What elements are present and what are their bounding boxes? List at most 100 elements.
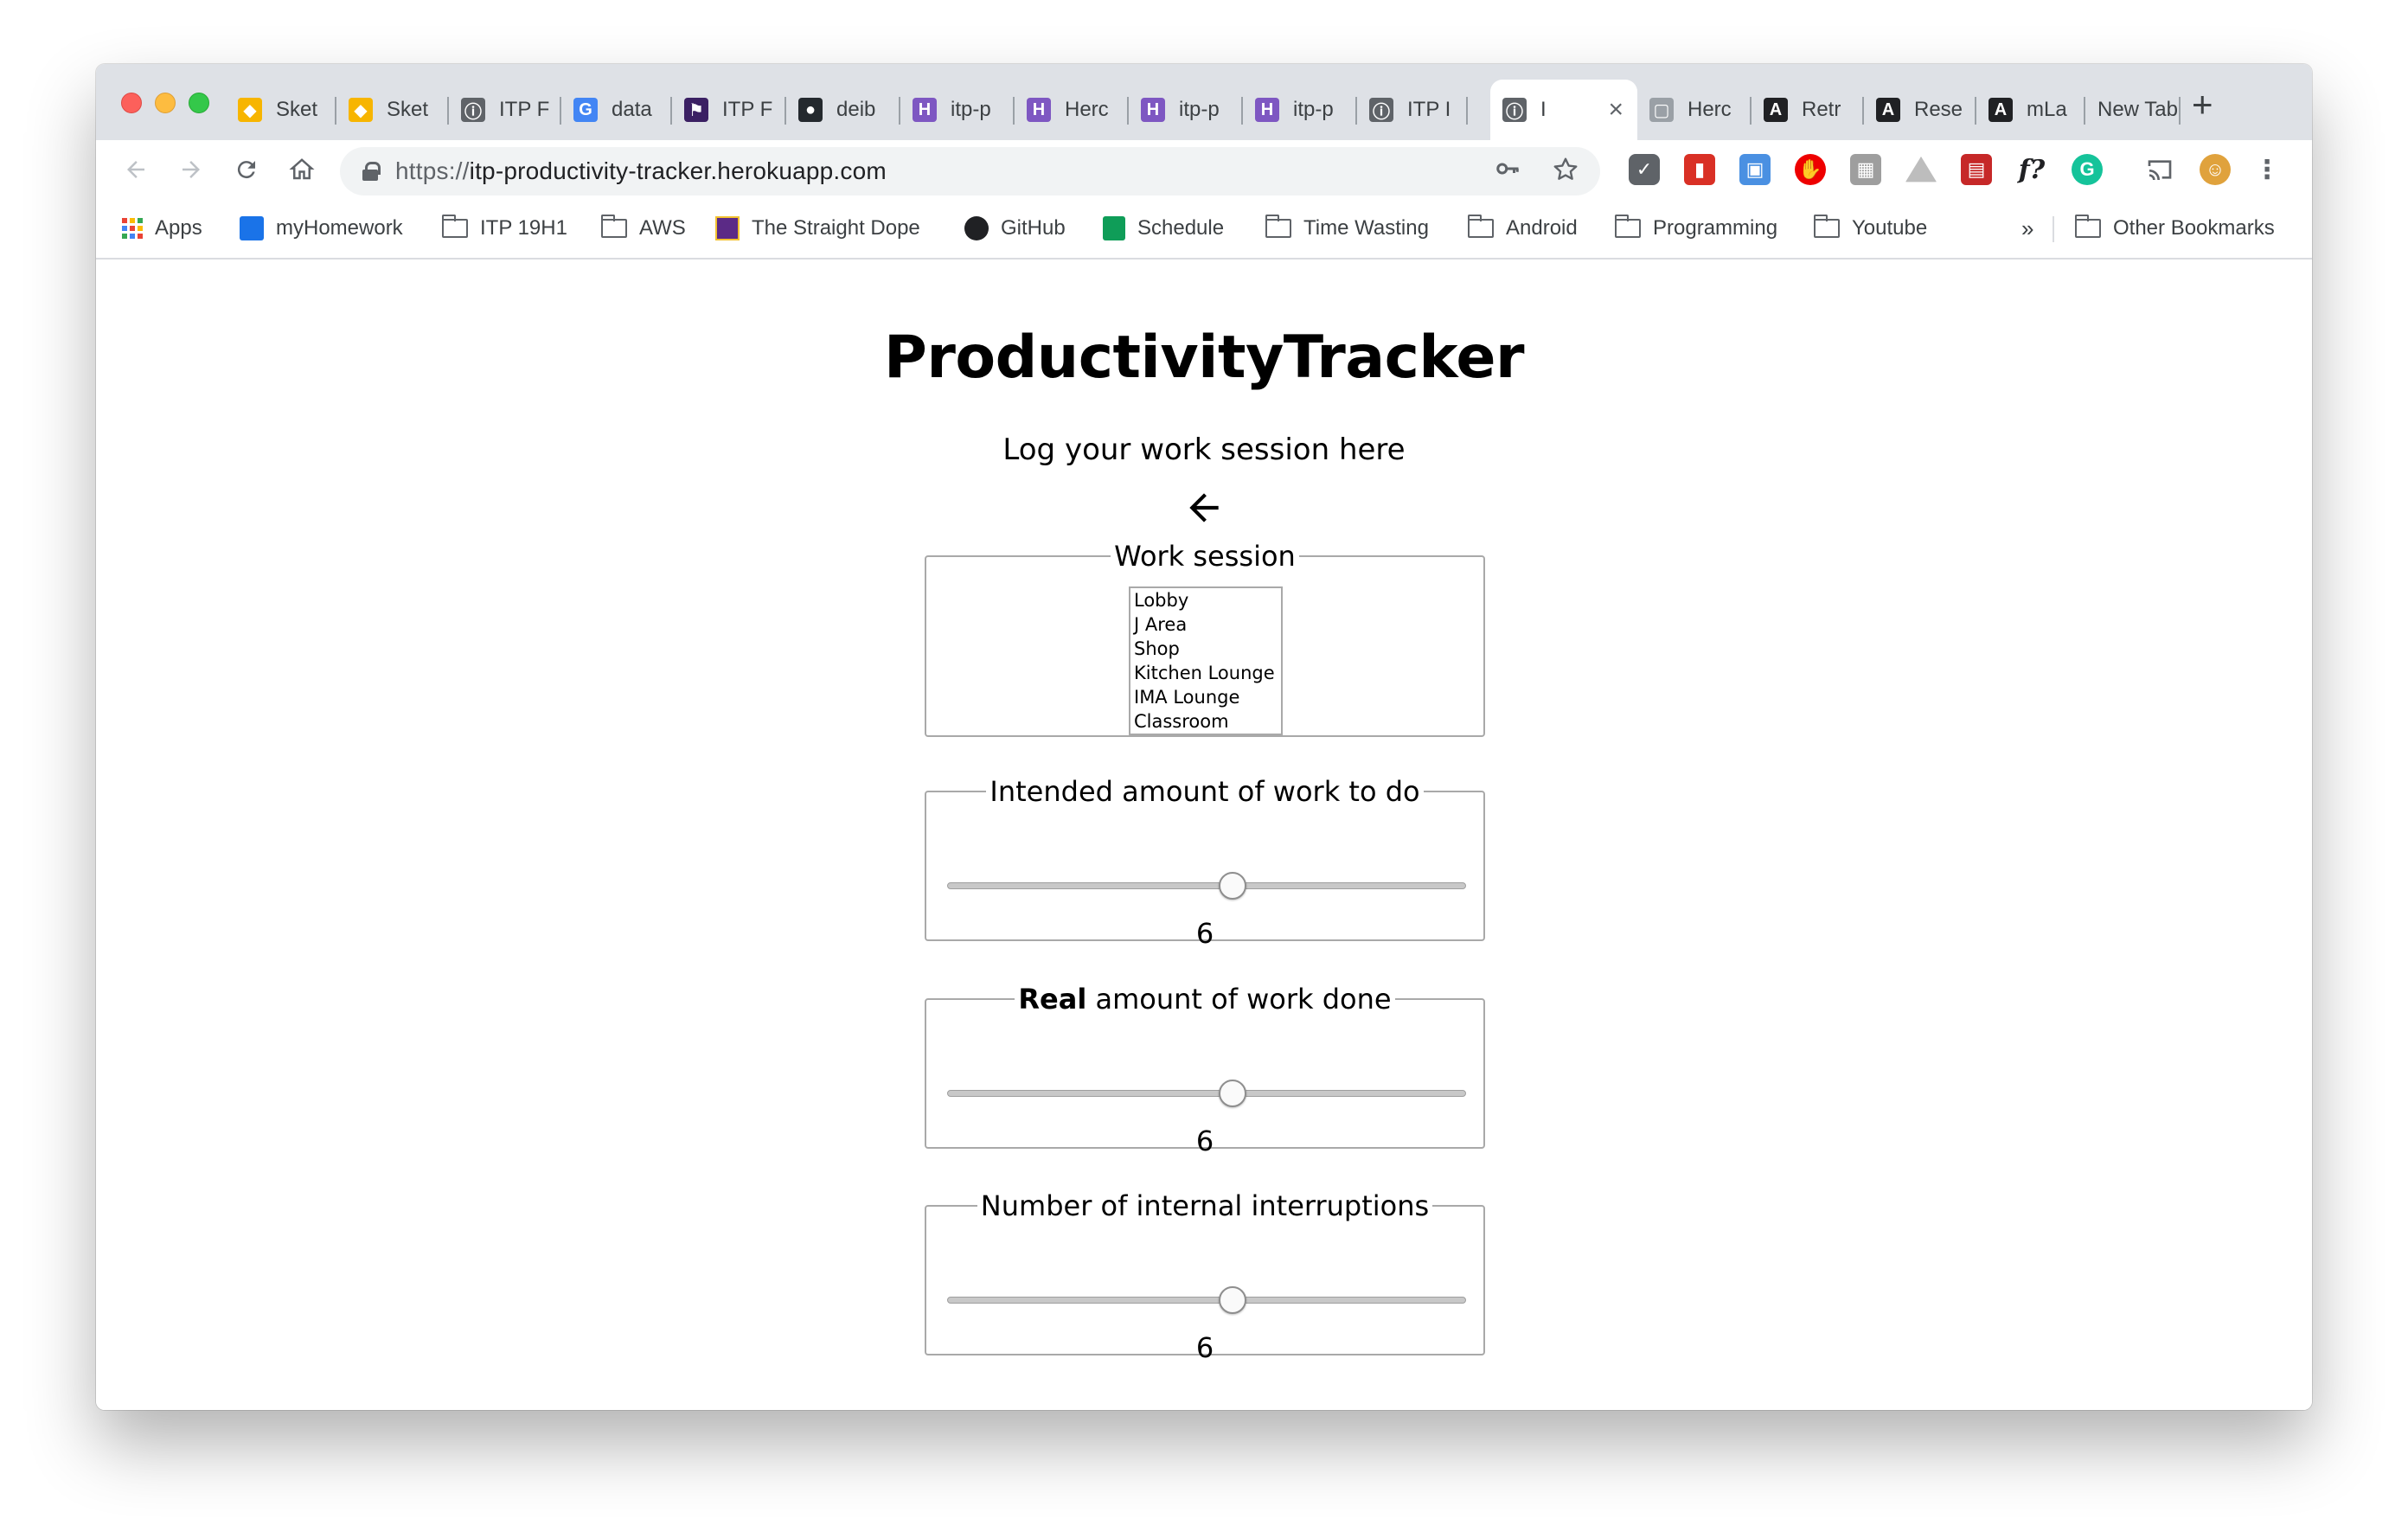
whatfont-extension-icon[interactable]: f? (2016, 154, 2047, 185)
bookmark-item[interactable]: Time Wasting (1265, 213, 1429, 244)
bookmark-label: GitHub (1001, 216, 1066, 240)
bookmarks-divider (2053, 216, 2054, 242)
slider-track[interactable] (947, 1297, 1466, 1304)
work-session-option[interactable]: IMA Lounge (1134, 685, 1278, 709)
bookmark-item[interactable]: Schedule (1103, 213, 1224, 244)
interruptions-slider[interactable] (947, 1283, 1466, 1317)
tab-active[interactable]: ⓘ I × (1490, 80, 1637, 140)
real-work-slider[interactable] (947, 1076, 1466, 1111)
work-session-select[interactable]: Lobby J Area Shop Kitchen Lounge IMA Lounge C… (1129, 586, 1283, 735)
other-bookmarks-folder[interactable]: Other Bookmarks (2075, 213, 2275, 244)
tab[interactable]: ▢ Herc (1637, 80, 1752, 140)
drive-extension-icon[interactable] (1905, 156, 1937, 183)
lock-icon[interactable] (362, 162, 381, 181)
tab-label: itp-p (1293, 98, 1334, 121)
tab[interactable]: Gdata (561, 80, 672, 140)
work-session-option[interactable]: Classroom (1134, 709, 1278, 734)
tab-label: Herc (1688, 98, 1732, 121)
real-work-fieldset: Real amount of work done 6 (925, 983, 1485, 1157)
folder-icon (1814, 215, 1840, 238)
pocket-extension-icon[interactable]: ✓ (1629, 154, 1660, 185)
tab-favicon-icon: H (1027, 98, 1051, 122)
grammarly-extension-icon[interactable]: G (2072, 154, 2103, 185)
bookmarks-overflow-button[interactable]: » (2021, 213, 2033, 244)
tab-favicon-icon: A (1876, 98, 1900, 122)
new-tab-button[interactable]: + (2192, 87, 2213, 123)
bookmark-label: Youtube (1852, 216, 1928, 240)
cast-icon[interactable] (2144, 154, 2175, 185)
window-extension-icon[interactable]: ▣ (1739, 154, 1771, 185)
bookmark-item[interactable]: myHomework (240, 213, 403, 244)
slider-thumb[interactable] (1219, 872, 1246, 900)
slider-thumb[interactable] (1219, 1080, 1246, 1107)
profile-avatar[interactable]: ☺ (2200, 154, 2231, 185)
forward-icon[interactable] (174, 152, 208, 187)
tab[interactable]: ⓘ ITP F (449, 80, 561, 140)
tab[interactable]: ◆ Sket (336, 80, 449, 140)
bookmark-item[interactable]: Youtube (1814, 213, 1927, 244)
intended-work-slider[interactable] (947, 868, 1466, 903)
bookmark-item[interactable]: Android (1468, 213, 1578, 244)
folder-icon (442, 215, 468, 238)
back-arrow-icon[interactable] (1182, 486, 1226, 529)
tab[interactable]: Hitp-p (900, 80, 1015, 140)
slider-thumb[interactable] (1219, 1286, 1246, 1314)
tab[interactable]: ◆ Sket (226, 80, 336, 140)
tab-close-icon[interactable]: × (1608, 95, 1623, 125)
work-session-option[interactable]: Shop (1134, 637, 1278, 661)
tab[interactable]: H Herc (1015, 80, 1129, 140)
tab-label: ITP F (499, 98, 550, 121)
bookmark-label: Android (1506, 216, 1578, 240)
maximize-window-button[interactable] (189, 93, 209, 113)
bookmark-label: Schedule (1137, 216, 1225, 240)
delicious-extension-icon[interactable]: ▤ (1961, 154, 1992, 185)
tab-label: mLa (2027, 98, 2067, 121)
bookmark-item[interactable]: Apps (122, 213, 202, 244)
tab[interactable]: AmLa (1976, 80, 2085, 140)
bookmark-extension-icon[interactable]: ▮ (1684, 154, 1715, 185)
minimize-window-button[interactable] (155, 93, 176, 113)
tab[interactable]: ● deib (786, 80, 900, 140)
key-icon[interactable] (1495, 156, 1521, 189)
tab-favicon-icon: ⓘ (461, 98, 485, 122)
url-text[interactable]: https://itp-productivity-tracker.herokua… (395, 157, 887, 185)
tab[interactable]: ⚑ ITP F (672, 80, 786, 140)
bookmark-item[interactable]: GitHub (964, 213, 1066, 244)
github-icon (964, 216, 989, 240)
slider-track[interactable] (947, 882, 1466, 889)
address-bar[interactable]: https://itp-productivity-tracker.herokua… (340, 147, 1600, 195)
photo-extension-icon[interactable]: ▦ (1850, 154, 1881, 185)
tab[interactable]: Hitp-p (1129, 80, 1243, 140)
bookmark-item[interactable]: Programming (1615, 213, 1777, 244)
tab[interactable]: New Tab (2085, 80, 2181, 140)
back-icon[interactable] (118, 152, 153, 187)
star-bookmark-icon[interactable] (1552, 156, 1579, 190)
tab-favicon-icon: H (913, 98, 937, 122)
tab-label: Sket (276, 98, 318, 121)
bookmark-item[interactable]: The Straight Dope (715, 213, 920, 244)
tab-label: Sket (387, 98, 429, 121)
real-work-value: 6 (1195, 1125, 1214, 1157)
tab-strip: ◆ Sket ◆ Sket ⓘ ITP F Gdata ⚑ ITP F ● deib Hitp-p H H… (96, 64, 2312, 140)
tab-label: ITP F (722, 98, 773, 121)
reload-icon[interactable] (229, 152, 264, 187)
adblock-extension-icon[interactable]: ✋ (1795, 154, 1826, 185)
tab[interactable]: ⓘ ITP I (1357, 80, 1468, 140)
tab[interactable]: A Retr (1752, 80, 1864, 140)
home-icon[interactable] (285, 152, 319, 187)
bookmark-item[interactable]: ITP 19H1 (442, 213, 567, 244)
work-session-option[interactable]: Lobby (1134, 588, 1278, 612)
tab-label: itp-p (951, 98, 991, 121)
tab[interactable]: Hitp-p (1243, 80, 1357, 140)
tab[interactable]: A Rese (1864, 80, 1976, 140)
bookmark-item[interactable]: AWS (601, 213, 686, 244)
real-work-legend: Real amount of work done (1015, 983, 1394, 1016)
menu-dots-icon[interactable]: ⋮ (2251, 154, 2283, 185)
tab-label: deib (836, 98, 876, 121)
work-session-option[interactable]: J Area (1134, 612, 1278, 637)
close-window-button[interactable] (121, 93, 142, 113)
work-session-option[interactable]: Kitchen Lounge (1134, 661, 1278, 685)
sheets-icon (1103, 216, 1125, 240)
slider-track[interactable] (947, 1090, 1466, 1097)
page-subtitle: Log your work session here (1002, 433, 1406, 467)
